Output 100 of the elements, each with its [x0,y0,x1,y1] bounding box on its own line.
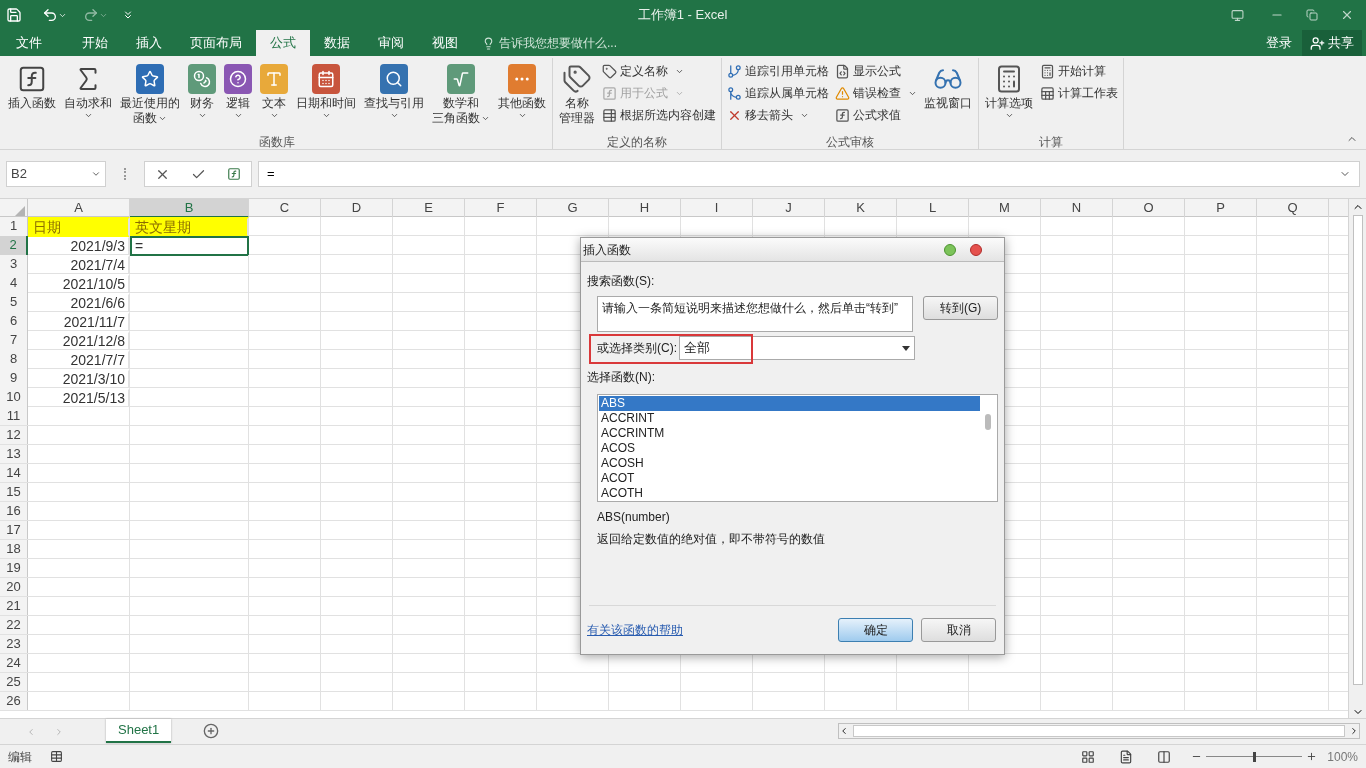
function-list-item[interactable]: ACOS [599,441,980,456]
row-header[interactable]: 20 [0,578,28,596]
zoom-slider[interactable] [1206,751,1303,762]
row-header[interactable]: 7 [0,331,28,351]
ribbon-small-button[interactable]: 计算工作表 [1038,82,1120,104]
function-list-item[interactable]: ACOTH [599,486,980,501]
column-header[interactable]: F [465,199,537,218]
go-button[interactable]: 转到(G) [923,296,998,320]
ribbon-large-button[interactable]: 日期和时间 [293,58,359,132]
ribbon-large-button[interactable]: 名称 管理器 [556,58,598,132]
ribbon-small-button[interactable]: 追踪从属单元格 [725,82,831,104]
sheet-tab[interactable]: Sheet1 [106,719,172,743]
column-header[interactable]: J [753,199,825,218]
row-header[interactable]: 21 [0,597,28,615]
column-header[interactable]: O [1113,199,1185,218]
ribbon-small-button[interactable]: 追踪引用单元格 [725,60,831,82]
ribbon-display-icon[interactable] [1231,8,1244,22]
row-header[interactable]: 12 [0,426,28,444]
row-header[interactable]: 1 [0,217,28,237]
row-header[interactable]: 25 [0,673,28,691]
column-header[interactable]: M [969,199,1041,218]
search-field[interactable]: 请输入一条简短说明来描述您想做什么，然后单击“转到” [597,296,914,332]
ribbon-tab[interactable]: 开始 [68,30,122,56]
column-header[interactable]: P [1185,199,1257,218]
row-header[interactable]: 24 [0,654,28,672]
function-list-item[interactable]: ABS [599,396,980,411]
row-header[interactable]: 23 [0,635,28,653]
row-header[interactable]: 5 [0,293,28,313]
category-dropdown[interactable]: 全部 [679,336,915,360]
row-header[interactable]: 19 [0,559,28,577]
row-header[interactable]: 2 [0,236,28,256]
column-header[interactable]: K [825,199,897,218]
share-button[interactable]: 共享 [1302,30,1362,56]
ribbon-large-button[interactable]: 其他函数 [495,58,549,132]
sign-in-link[interactable]: 登录 [1256,30,1302,56]
row-header[interactable]: 11 [0,407,28,425]
column-header[interactable]: I [681,199,753,218]
scroll-left-icon[interactable] [839,726,849,736]
ribbon-small-button[interactable]: 移去箭头 [725,104,831,126]
row-header[interactable]: 17 [0,521,28,539]
ribbon-large-button[interactable]: 逻辑 [221,58,255,132]
ribbon-small-button[interactable]: 公式求值 [833,104,919,126]
column-header[interactable]: H [609,199,681,218]
help-icon[interactable] [944,243,956,256]
scroll-right-icon[interactable] [1349,726,1359,736]
horizontal-scrollbar[interactable] [838,723,1360,739]
ribbon-large-button[interactable]: 监视窗口 [921,58,975,132]
name-box[interactable]: B2 [6,161,106,187]
column-header[interactable]: D [321,199,393,218]
add-sheet-icon[interactable] [203,723,220,739]
ribbon-large-button[interactable]: 查找与引用 [361,58,427,132]
formula-field[interactable]: = [258,161,1360,187]
row-header[interactable]: 10 [0,388,28,408]
close-icon[interactable] [1340,8,1354,22]
page-layout-icon[interactable] [1119,749,1134,764]
ribbon-small-button[interactable]: 根据所选内容创建 [600,104,718,126]
column-header[interactable]: N [1041,199,1113,218]
column-header[interactable]: E [393,199,465,218]
row-header[interactable]: 22 [0,616,28,634]
function-list-item[interactable]: ACOSH [599,456,980,471]
ribbon-tab[interactable]: 审阅 [364,30,418,56]
ribbon-large-button[interactable]: 财务 [185,58,219,132]
zoom-thumb[interactable] [1253,751,1257,762]
ribbon-large-button[interactable]: 自动求和 [61,58,115,132]
ribbon-tab[interactable]: 页面布局 [176,30,256,56]
ribbon-small-button[interactable]: 显示公式 [833,60,919,82]
ribbon-tab[interactable]: 公式 [256,30,310,56]
cancel-button[interactable]: 取消 [921,618,996,642]
function-list-item[interactable]: ACCRINT [599,411,980,426]
row-header[interactable]: 18 [0,540,28,558]
normal-view-icon[interactable] [1081,749,1096,764]
column-header[interactable]: C [249,199,321,218]
ribbon-large-button[interactable]: 最近使用的 函数 [117,58,183,132]
ribbon-tab[interactable]: 视图 [418,30,472,56]
ribbon-tab[interactable]: 文件 [2,30,56,56]
ribbon-large-button[interactable]: 插入函数 [5,58,59,132]
function-list-item[interactable]: ACOT [599,471,980,486]
tell-me-field[interactable]: 告诉我您想要做什么... [482,30,617,56]
row-header[interactable]: 14 [0,464,28,482]
vertical-scrollbar[interactable] [1348,199,1366,718]
column-header[interactable]: G [537,199,609,218]
row-header[interactable]: 16 [0,502,28,520]
row-header[interactable]: 8 [0,350,28,370]
row-header[interactable]: 3 [0,255,28,275]
help-link[interactable]: 有关该函数的帮助 [587,621,683,639]
ribbon-large-button[interactable]: 文本 [257,58,291,132]
ok-button[interactable]: 确定 [838,618,913,642]
row-header[interactable]: 26 [0,692,28,710]
row-header[interactable]: 9 [0,369,28,389]
row-header[interactable]: 13 [0,445,28,463]
undo-icon[interactable] [42,7,58,23]
insert-function-icon[interactable] [226,167,241,181]
ribbon-tab[interactable]: 插入 [122,30,176,56]
ribbon-large-button[interactable]: 数学和 三角函数 [429,58,493,132]
customize-icon[interactable] [122,9,134,21]
macro-record-icon[interactable] [50,750,63,763]
zoom-in-icon[interactable] [1306,751,1318,762]
ribbon-tab[interactable]: 数据 [310,30,364,56]
row-header[interactable]: 15 [0,483,28,501]
row-header[interactable]: 6 [0,312,28,332]
